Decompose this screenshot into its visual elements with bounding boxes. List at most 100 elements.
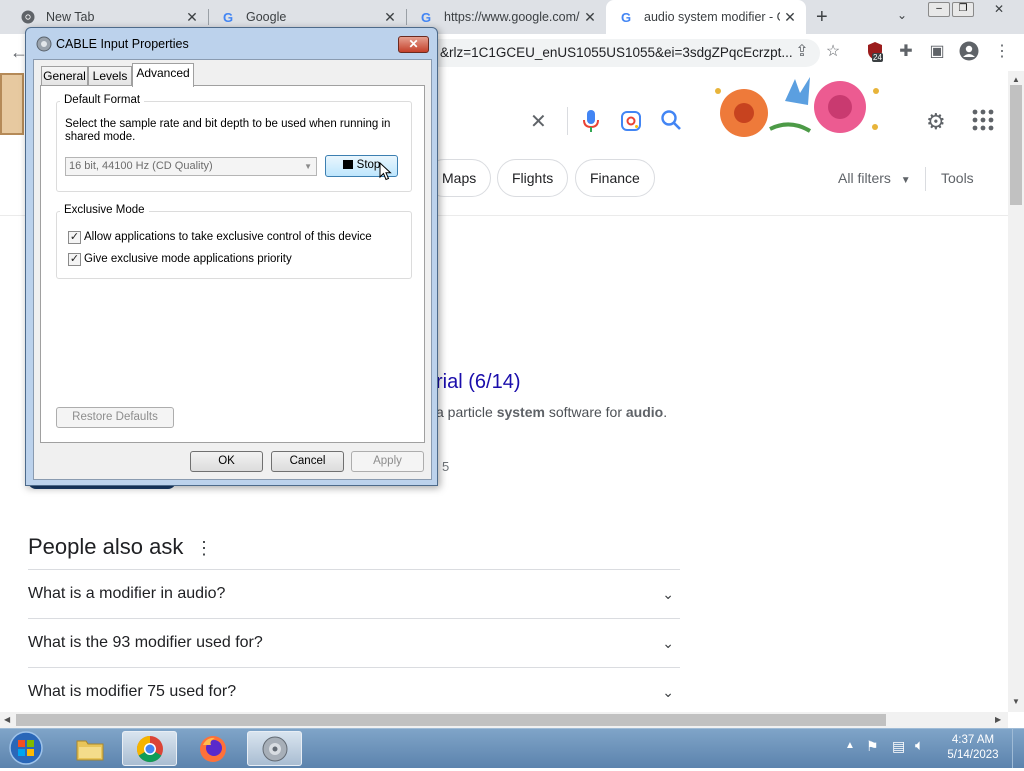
start-button[interactable]: [6, 730, 46, 766]
scroll-down-icon[interactable]: ▼: [1012, 697, 1020, 706]
scroll-thumb[interactable]: [1010, 85, 1022, 205]
browser-menu-icon[interactable]: ⋮: [991, 41, 1013, 63]
tab-search-icon[interactable]: ⌄: [897, 8, 907, 22]
filter-chip-finance[interactable]: Finance: [575, 159, 655, 197]
result-snippet: a particle system software for audio.: [436, 404, 667, 420]
google-apps-icon[interactable]: [972, 109, 994, 136]
folder-icon: [76, 740, 103, 760]
close-tab-icon[interactable]: ✕: [380, 9, 400, 26]
doodle-fragment: [0, 73, 24, 135]
action-center-flag-icon[interactable]: ⚑: [866, 738, 879, 755]
taskbar-explorer[interactable]: [62, 731, 117, 766]
scroll-right-icon[interactable]: ▶: [995, 715, 1001, 724]
default-format-group: [56, 101, 412, 192]
clock-date: 5/14/2023: [947, 749, 999, 761]
dialog-title: CABLE Input Properties: [56, 37, 189, 51]
tab-advanced[interactable]: Advanced: [132, 63, 194, 87]
ok-button[interactable]: OK: [190, 451, 263, 472]
dialog-body: General Levels Advanced Default Format S…: [33, 59, 432, 480]
extensions-puzzle-icon[interactable]: ✚: [895, 41, 917, 63]
filter-chip-flights[interactable]: Flights: [497, 159, 569, 197]
close-tab-icon[interactable]: ✕: [780, 9, 800, 26]
exclusive-mode-group: [56, 211, 412, 279]
result-title[interactable]: rial (6/14): [436, 371, 520, 394]
address-bar[interactable]: &rlz=1C1GCEU_enUS1055US1055&ei=3sdgZPqcE…: [410, 39, 820, 67]
speaker-device-icon: [36, 36, 52, 52]
window-controls: – ❐ ✕: [928, 2, 1020, 18]
default-format-heading: Default Format: [60, 94, 145, 106]
google-g-icon: G: [222, 9, 234, 25]
tab-label: Google: [246, 10, 287, 24]
paa-question[interactable]: What is modifier 75 used for? ⌄: [28, 667, 680, 712]
settings-gear-icon[interactable]: ⚙: [926, 109, 946, 135]
clear-search-icon[interactable]: ✕: [530, 109, 547, 134]
scroll-up-icon[interactable]: ▲: [1012, 75, 1020, 84]
taskbar-firefox[interactable]: [185, 731, 240, 766]
scroll-left-icon[interactable]: ◀: [4, 715, 10, 724]
clock-time: 4:37 AM: [951, 734, 995, 746]
exclusive-priority-checkbox[interactable]: ✓: [68, 253, 81, 266]
snippet-text: a particle: [436, 404, 497, 420]
paa-heading: People also ask: [28, 534, 184, 559]
network-icon[interactable]: ▤: [892, 738, 905, 755]
exclusive-priority-label: Give exclusive mode applications priorit…: [84, 253, 292, 265]
sample-rate-select[interactable]: 16 bit, 44100 Hz (CD Quality) ▼: [65, 157, 317, 176]
extension-shield-icon[interactable]: 24: [864, 41, 886, 63]
minimize-icon[interactable]: –: [928, 2, 950, 17]
all-filters-button[interactable]: All filters ▼: [838, 170, 911, 186]
cancel-button[interactable]: Cancel: [271, 451, 344, 472]
share-icon[interactable]: ⇪: [791, 41, 813, 63]
paa-question[interactable]: What is a modifier in audio? ⌄: [28, 569, 680, 618]
volume-icon[interactable]: 🔈︎: [915, 737, 924, 754]
taskbar-chrome[interactable]: [122, 731, 177, 766]
advanced-tab-page: Default Format Select the sample rate an…: [40, 85, 425, 443]
show-desktop-button[interactable]: [1012, 729, 1024, 768]
tools-button[interactable]: Tools: [941, 170, 974, 186]
paa-menu-icon[interactable]: ⋮: [195, 538, 213, 559]
tab-general[interactable]: General: [41, 66, 88, 86]
firefox-icon: [199, 735, 226, 762]
new-tab-button[interactable]: +: [816, 6, 828, 29]
dialog-close-button[interactable]: ✕: [398, 36, 429, 53]
chrome-icon: [20, 9, 36, 25]
exclusive-control-checkbox[interactable]: ✓: [68, 231, 81, 244]
scroll-thumb[interactable]: [16, 714, 886, 726]
exclusive-control-label: Allow applications to take exclusive con…: [84, 231, 372, 243]
bookmark-star-icon[interactable]: ☆: [822, 41, 844, 63]
tab-levels[interactable]: Levels: [88, 66, 132, 86]
snippet-text: .: [663, 404, 668, 420]
paa-question-text: What is modifier 75 used for?: [28, 683, 237, 700]
close-tab-icon[interactable]: ✕: [182, 9, 202, 26]
taskbar-sound[interactable]: [247, 731, 302, 766]
lens-icon[interactable]: [620, 110, 642, 137]
side-panel-icon[interactable]: ▣: [926, 41, 948, 63]
address-text: &rlz=1C1GCEU_enUS1055US1055&ei=3sdgZPqcE…: [440, 45, 793, 60]
search-icon[interactable]: [660, 109, 682, 136]
restore-defaults-button[interactable]: Restore Defaults: [56, 407, 174, 428]
restore-icon[interactable]: ❐: [952, 2, 974, 17]
window-close-icon[interactable]: ✕: [984, 2, 1014, 17]
paa-question[interactable]: What is the 93 modifier used for? ⌄: [28, 618, 680, 667]
stop-label: Stop: [356, 159, 381, 171]
system-clock[interactable]: 4:37 AM 5/14/2023: [940, 733, 1006, 763]
tab-audio-search[interactable]: G audio system modifier - G ✕: [606, 0, 806, 34]
chevron-down-icon: ⌄: [662, 635, 674, 651]
chevron-down-icon: ⌄: [662, 586, 674, 602]
tab-label: https://www.google.com/: [444, 10, 580, 24]
tab-label: New Tab: [46, 10, 95, 24]
snippet-text: software for: [544, 404, 626, 420]
profile-avatar-icon[interactable]: [958, 41, 980, 63]
dropdown-arrow-icon: ▼: [900, 175, 911, 186]
voice-search-icon[interactable]: [582, 109, 600, 138]
vertical-scrollbar[interactable]: ▲ ▼: [1008, 71, 1024, 712]
close-tab-icon[interactable]: ✕: [580, 9, 600, 26]
show-hidden-icons[interactable]: ▲: [845, 740, 855, 751]
all-filters-label: All filters: [838, 170, 891, 186]
speaker-icon: [262, 736, 287, 761]
tab-label: audio system modifier - G: [644, 10, 780, 24]
exclusive-mode-heading: Exclusive Mode: [60, 204, 149, 216]
apply-button[interactable]: Apply: [351, 451, 424, 472]
doodle-flowers-image[interactable]: [700, 71, 890, 145]
default-format-description: Select the sample rate and bit depth to …: [65, 118, 391, 143]
horizontal-scrollbar[interactable]: ◀ ▶: [0, 712, 1008, 728]
